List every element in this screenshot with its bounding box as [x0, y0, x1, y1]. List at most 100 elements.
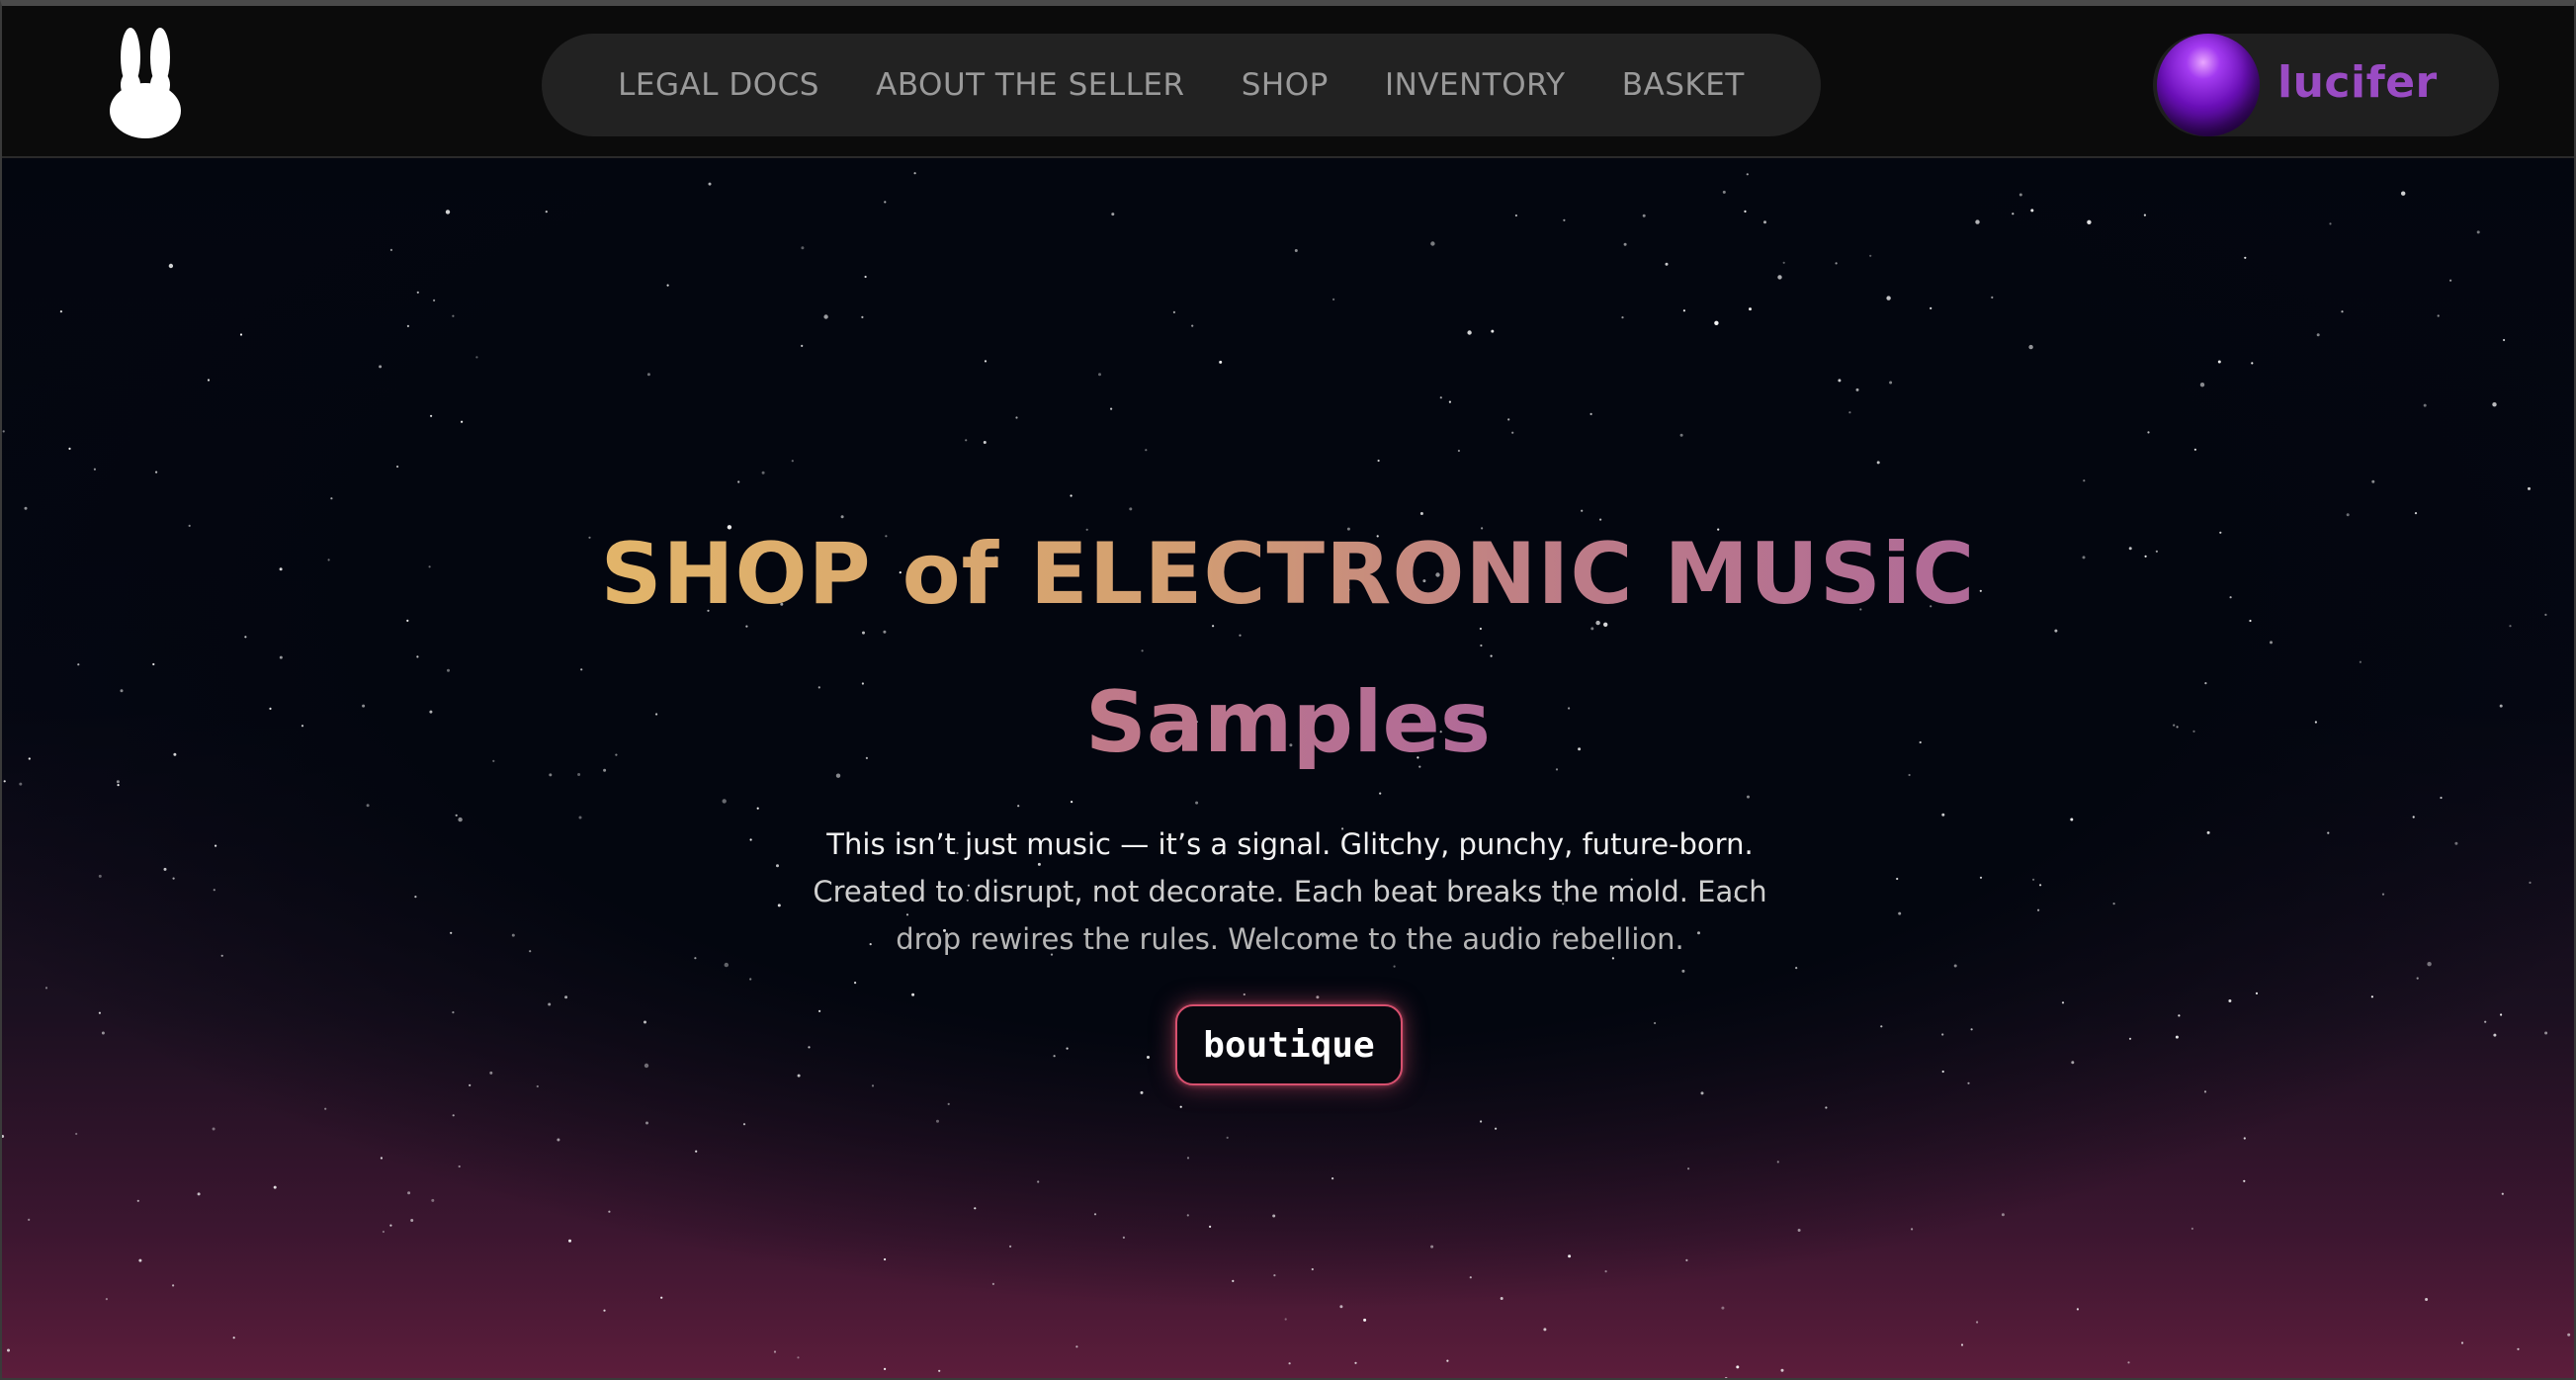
star — [2454, 841, 2458, 845]
star — [1272, 1214, 1276, 1218]
star — [1075, 1345, 1078, 1348]
star — [1581, 509, 1584, 512]
nav-basket[interactable]: BASKET — [1622, 67, 1745, 103]
star — [2329, 222, 2332, 225]
star — [475, 356, 478, 359]
star — [603, 1309, 606, 1312]
star — [450, 931, 453, 934]
star — [1825, 1106, 1828, 1109]
star — [1896, 877, 1899, 881]
star — [2544, 1031, 2548, 1035]
star — [163, 867, 167, 871]
star — [749, 978, 752, 981]
star — [366, 804, 370, 808]
star — [2018, 193, 2022, 197]
star — [1744, 210, 1747, 213]
star — [2484, 1020, 2487, 1023]
star — [433, 299, 436, 302]
star — [1226, 1136, 1229, 1139]
star — [2414, 512, 2418, 515]
star — [1017, 805, 1020, 808]
nav-about-seller[interactable]: ABOUT THE SELLER — [876, 67, 1184, 103]
star — [2083, 479, 2086, 482]
star — [2327, 831, 2330, 834]
star — [2199, 383, 2205, 388]
hero-title-line2: Samples — [1084, 673, 1492, 772]
hero-title-line1: SHOP of ELECTRONIC MUSiC — [600, 525, 1976, 624]
star — [1623, 242, 1627, 246]
star — [232, 1337, 235, 1339]
star — [1070, 494, 1073, 497]
star — [7, 1348, 10, 1352]
star — [2416, 977, 2419, 980]
star — [1795, 967, 1798, 970]
star — [2501, 1192, 2504, 1195]
star — [1490, 654, 1493, 657]
star — [1941, 813, 1945, 817]
star — [98, 1011, 101, 1014]
star — [2030, 209, 2034, 213]
star — [808, 1046, 811, 1049]
star — [2517, 1347, 2520, 1350]
nav-legal-docs[interactable]: LEGAL DOCS — [618, 67, 819, 103]
star — [1976, 1321, 1979, 1324]
star — [1941, 1070, 1944, 1074]
star — [1930, 306, 1932, 309]
star — [1122, 1236, 1125, 1239]
star — [557, 1138, 560, 1142]
nav-inventory[interactable]: INVENTORY — [1385, 67, 1566, 103]
star — [983, 441, 987, 444]
nav-shop[interactable]: SHOP — [1242, 67, 1329, 103]
star — [389, 1224, 392, 1227]
star — [761, 471, 765, 474]
star — [823, 314, 828, 319]
star — [1511, 431, 1514, 434]
star — [1991, 296, 1994, 299]
star — [2244, 256, 2247, 259]
star — [2054, 629, 2058, 633]
star — [1491, 329, 1495, 333]
star — [644, 1020, 646, 1024]
star — [1015, 416, 1018, 419]
purple-orb-avatar[interactable] — [2157, 34, 2260, 136]
star — [536, 1084, 539, 1088]
star — [1288, 1362, 1291, 1365]
star — [756, 807, 759, 810]
star — [645, 1121, 648, 1125]
star — [2493, 1033, 2497, 1037]
username[interactable]: lucifer — [2277, 57, 2438, 108]
star — [273, 1185, 277, 1189]
star — [1186, 1157, 1190, 1160]
star — [1835, 262, 1838, 265]
rabbit-icon[interactable] — [109, 28, 182, 138]
star — [911, 992, 915, 996]
boutique-button[interactable]: boutique — [1175, 1004, 1403, 1085]
star — [152, 662, 155, 666]
star — [101, 1031, 105, 1035]
hero-subtitle: Samples — [2, 668, 2574, 777]
star — [75, 1132, 78, 1136]
star — [279, 655, 283, 659]
star — [1687, 1167, 1690, 1170]
star — [2243, 1137, 2246, 1140]
star — [213, 889, 215, 892]
star — [2412, 816, 2415, 819]
star — [2217, 360, 2221, 364]
star — [1239, 634, 1242, 637]
star — [1797, 1229, 1801, 1232]
star — [864, 275, 867, 279]
star — [2147, 431, 2150, 434]
star — [44, 987, 48, 990]
star — [138, 1258, 142, 1262]
star — [452, 1011, 455, 1014]
star — [117, 784, 120, 787]
star — [871, 1084, 875, 1087]
star — [1722, 190, 1726, 194]
star — [1869, 254, 1872, 257]
star — [1316, 995, 1320, 999]
star — [797, 1074, 801, 1078]
star — [1331, 1177, 1334, 1180]
star — [913, 172, 916, 175]
star — [1838, 379, 1842, 383]
star — [797, 1356, 800, 1359]
